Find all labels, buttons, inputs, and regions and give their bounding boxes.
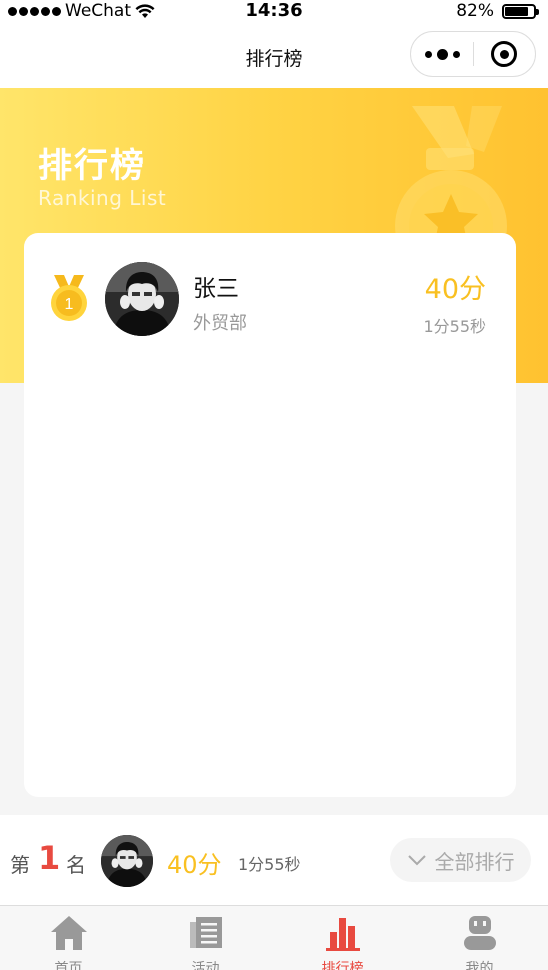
all-rankings-label: 全部排行 bbox=[434, 849, 515, 874]
status-bar: WeChat 14:36 82% bbox=[0, 0, 548, 24]
document-icon bbox=[189, 917, 222, 948]
tab-activity[interactable]: 活动 bbox=[137, 906, 274, 970]
tab-label: 首页 bbox=[54, 961, 83, 970]
user-name: 张三 bbox=[193, 276, 239, 302]
my-rank-number: 1 bbox=[38, 839, 61, 877]
elapsed-time: 1分55秒 bbox=[423, 317, 486, 336]
navigation-bar: 排行榜 bbox=[0, 24, 548, 88]
all-rankings-button[interactable]: 全部排行 bbox=[390, 838, 531, 882]
avatar bbox=[105, 262, 179, 336]
banner-subtitle: Ranking List bbox=[38, 186, 167, 210]
my-rank-suffix: 名 bbox=[66, 853, 86, 877]
battery-percent: 82% bbox=[456, 1, 494, 21]
tab-label: 我的 bbox=[465, 961, 494, 970]
close-mini-program-button[interactable] bbox=[474, 41, 535, 67]
more-options-button[interactable] bbox=[411, 48, 473, 60]
chevron-down-icon bbox=[407, 855, 426, 866]
bar-chart-icon bbox=[325, 918, 360, 951]
battery-icon bbox=[502, 3, 539, 19]
rank-number: 1 bbox=[65, 296, 74, 313]
mini-program-capsule bbox=[410, 31, 536, 77]
home-icon bbox=[50, 916, 87, 950]
target-icon bbox=[491, 41, 518, 67]
my-avatar bbox=[101, 835, 153, 887]
tab-ranking[interactable]: 排行榜 bbox=[274, 906, 411, 970]
ranking-row[interactable]: 1 张三 外贸部 40分 1分55秒 bbox=[24, 233, 516, 336]
ranking-list-card: 1 张三 外贸部 40分 1分55秒 bbox=[24, 233, 516, 797]
my-score: 40分 bbox=[167, 851, 222, 879]
robot-user-icon bbox=[463, 916, 496, 950]
my-rank-bar: 第 1 名 40分 1分55秒 全部排行 bbox=[0, 815, 548, 905]
gold-medal-icon: 1 bbox=[51, 275, 87, 321]
score: 40分 bbox=[424, 274, 486, 305]
tab-mine[interactable]: 我的 bbox=[411, 906, 548, 970]
tab-home[interactable]: 首页 bbox=[0, 906, 137, 970]
battery-info: 82% bbox=[456, 1, 539, 21]
banner-title: 排行榜 bbox=[38, 146, 146, 186]
tab-label: 活动 bbox=[191, 961, 220, 970]
tab-label: 排行榜 bbox=[321, 961, 364, 970]
tab-bar: 首页 活动 排行榜 我的 bbox=[0, 905, 548, 970]
my-elapsed-time: 1分55秒 bbox=[238, 855, 301, 874]
my-rank-prefix: 第 bbox=[10, 853, 30, 877]
department: 外贸部 bbox=[193, 313, 247, 334]
